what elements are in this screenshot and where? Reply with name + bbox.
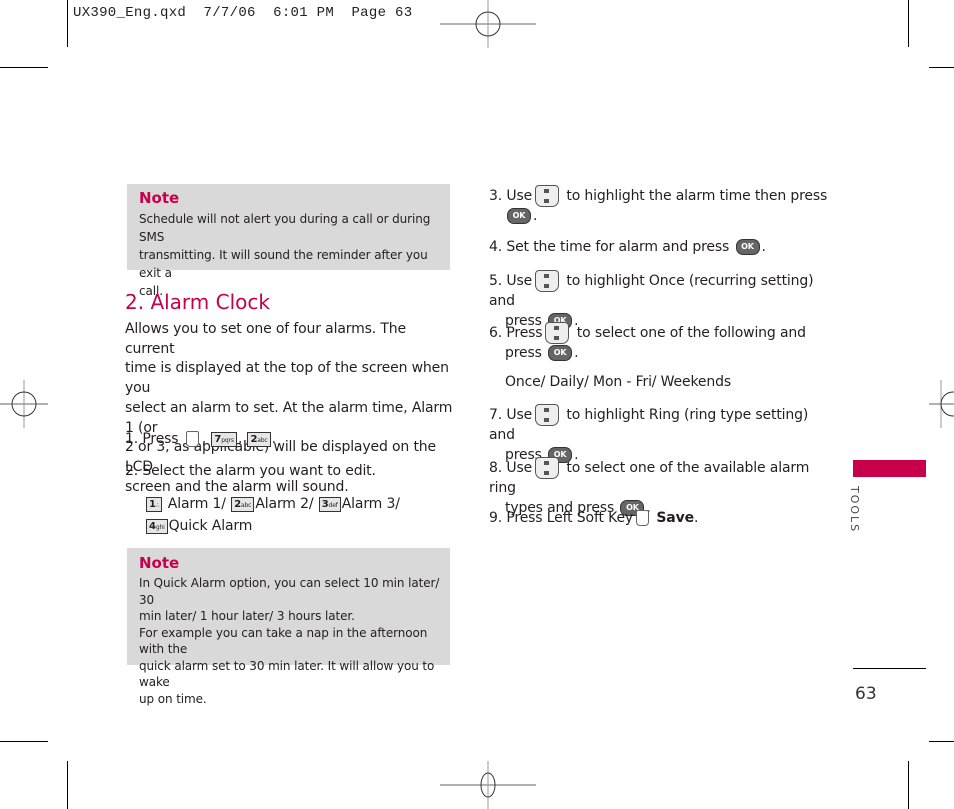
option-alarm-3: Alarm 3/: [341, 496, 400, 512]
note-box-schedule: Note Schedule will not alert you during …: [127, 184, 450, 298]
crop-mark: [0, 741, 48, 742]
note-box-quick-alarm: Note In Quick Alarm option, you can sele…: [127, 548, 450, 706]
note-line: For example you can take a nap in the af…: [139, 625, 428, 657]
page-number: 63: [855, 684, 877, 704]
navigation-key-icon: [535, 457, 560, 479]
note-line: In Quick Alarm option, you can select 10…: [139, 576, 440, 607]
note-title: Note: [139, 554, 180, 572]
note-title: Note: [139, 189, 180, 207]
ok-key-icon: OK: [548, 345, 573, 361]
crop-mark: [908, 0, 909, 47]
key-7-icon: 7pqrs: [211, 431, 237, 447]
navigation-key-icon: [535, 270, 560, 292]
note-line: Schedule will not alert you during a cal…: [139, 212, 431, 244]
section-heading: 2. Alarm Clock: [125, 290, 270, 314]
intro-line: time is displayed at the top of the scre…: [125, 360, 449, 397]
step-1: 1. Press , 7pqrs, 2abc.: [125, 431, 276, 447]
step-9: 9. Press Left Soft Key Save.: [489, 510, 699, 526]
ok-key-icon: OK: [507, 208, 531, 224]
section-tab-marker: [853, 460, 926, 477]
save-label: Save: [656, 510, 694, 526]
step-6: 6. Press to select one of the following …: [489, 322, 829, 364]
note-line: quick alarm set to 30 min later. It will…: [139, 658, 435, 690]
intro-line: Allows you to set one of four alarms. Th…: [125, 321, 406, 357]
navigation-key-icon: [535, 185, 560, 207]
crop-mark: [929, 741, 954, 742]
registration-mark-right: [929, 380, 954, 428]
section-tab-label: TOOLS: [848, 486, 861, 534]
alarm-options: 1∴ Alarm 1/ 2abc Alarm 2/ 3def Alarm 3/ 4g…: [145, 493, 455, 537]
navigation-key-icon: [545, 322, 570, 344]
option-alarm-2: Alarm 2/: [255, 496, 314, 512]
crop-mark: [67, 761, 68, 809]
option-quick-alarm: Quick Alarm: [168, 518, 253, 534]
step-2: 2. Select the alarm you want to edit.: [125, 463, 376, 479]
note-text: In Quick Alarm option, you can select 10…: [139, 575, 449, 707]
navigation-key-icon: [535, 404, 560, 426]
crop-mark: [908, 761, 909, 809]
menu-key-icon: [185, 431, 199, 447]
key-1-icon: 1∴: [146, 496, 163, 512]
print-slug: UX390_Eng.qxd 7/7/06 6:01 PM Page 63: [73, 5, 413, 21]
step-3: 3. Use to highlight the alarm time then …: [489, 185, 829, 227]
registration-mark-bottom: [440, 761, 536, 809]
key-3-icon: 3def: [318, 496, 341, 512]
step-4: 4. Set the time for alarm and press OK.: [489, 239, 766, 255]
key-4-icon: 4ghi: [146, 518, 168, 534]
ok-key-icon: OK: [735, 239, 760, 255]
note-text: Schedule will not alert you during a cal…: [139, 210, 449, 300]
registration-mark-left: [0, 380, 48, 428]
key-2-icon: 2abc: [247, 431, 271, 447]
note-line: up on time.: [139, 691, 207, 706]
crop-mark: [929, 67, 954, 68]
recurrence-options: Once/ Daily/ Mon - Fri/ Weekends: [505, 374, 732, 390]
left-soft-key-icon: [636, 510, 650, 526]
step-text: 1. Press: [125, 431, 179, 447]
option-alarm-1: Alarm 1/: [167, 496, 226, 512]
note-line: min later/ 1 hour later/ 3 hours later.: [139, 609, 355, 623]
crop-mark: [67, 0, 68, 47]
crop-mark: [0, 67, 48, 68]
registration-mark-top: [440, 0, 536, 48]
note-line: transmitting. It will sound the reminder…: [139, 248, 428, 280]
page-number-rule: [853, 668, 926, 669]
key-2-icon: 2abc: [231, 496, 255, 512]
